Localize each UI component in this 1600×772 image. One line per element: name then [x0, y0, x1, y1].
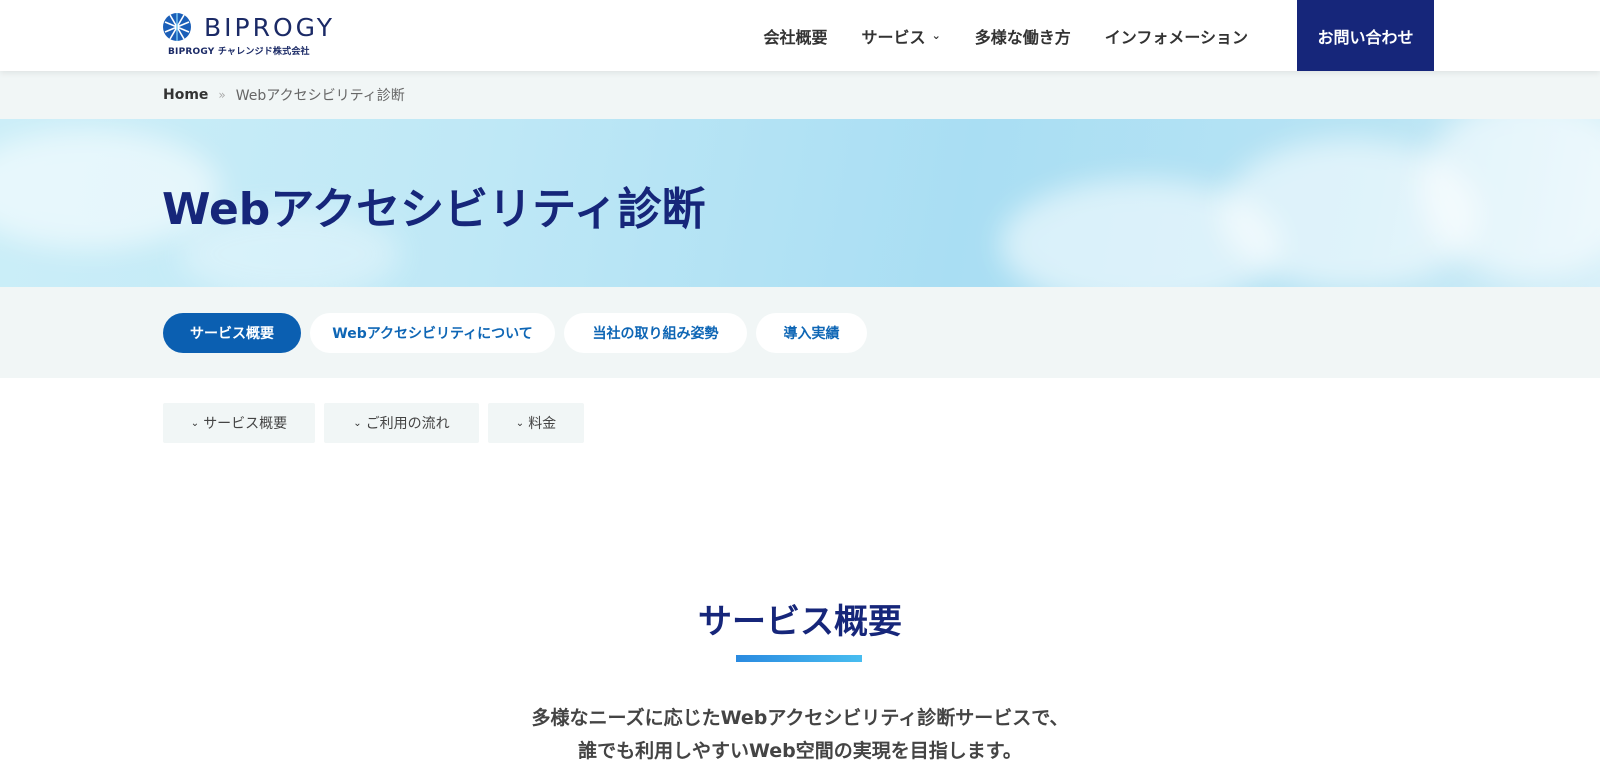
nav-item-workstyles[interactable]: 多様な働き方 — [975, 24, 1071, 48]
tab-about-accessibility[interactable]: Webアクセシビリティについて — [310, 313, 555, 353]
logo-wordmark: BIPROGY — [204, 13, 336, 42]
section-title-underline — [736, 655, 862, 662]
anchor-link-service-overview[interactable]: ⌄ サービス概要 — [163, 403, 315, 443]
nav-item-information[interactable]: インフォメーション — [1105, 24, 1248, 48]
logo-company-name: BIPROGY チャレンジド株式会社 — [168, 47, 310, 57]
page-tabs: サービス概要 Webアクセシビリティについて 当社の取り組み姿勢 導入実績 — [163, 313, 876, 353]
tab-our-approach[interactable]: 当社の取り組み姿勢 — [564, 313, 747, 353]
anchor-link-label: 料金 — [528, 416, 557, 432]
chevron-down-icon: ⌄ — [190, 417, 200, 429]
nav-item-label: 会社概要 — [763, 27, 828, 47]
lead-line: 多様なニーズに応じたWebアクセシビリティ診断サービスで、 — [531, 707, 1069, 729]
anchor-link-usage-flow[interactable]: ⌄ ご利用の流れ — [324, 403, 479, 443]
breadcrumb-home-link[interactable]: Home — [163, 87, 208, 103]
section-title: サービス概要 — [698, 602, 902, 642]
anchor-link-label: ご利用の流れ — [365, 416, 450, 432]
section-lead-text: 多様なニーズに応じたWebアクセシビリティ診断サービスで、 誰でも利用しやすいW… — [0, 702, 1600, 768]
site-header: BIPROGY BIPROGY チャレンジド株式会社 会社概要 サービス ⌄ 多… — [0, 0, 1600, 71]
in-page-anchor-links: ⌄ サービス概要 ⌄ ご利用の流れ ⌄ 料金 — [163, 403, 593, 443]
breadcrumb-current: Webアクセシビリティ診断 — [235, 88, 405, 104]
page-title: Webアクセシビリティ診断 — [162, 184, 706, 235]
nav-item-label: サービス — [861, 27, 926, 47]
page-tabs-strip: サービス概要 Webアクセシビリティについて 当社の取り組み姿勢 導入実績 — [0, 287, 1600, 378]
logo-globe-icon — [163, 13, 191, 41]
lead-line: 誰でも利用しやすいWeb空間の実現を目指します。 — [578, 740, 1022, 762]
nav-item-label: 多様な働き方 — [974, 27, 1071, 47]
nav-item-label: インフォメーション — [1104, 27, 1248, 47]
chevron-down-icon: ⌄ — [353, 417, 362, 429]
site-logo[interactable]: BIPROGY BIPROGY チャレンジド株式会社 — [162, 12, 332, 58]
chevron-down-icon: ⌄ — [931, 29, 941, 42]
anchor-link-label: サービス概要 — [203, 416, 288, 432]
main-nav: 会社概要 サービス ⌄ 多様な働き方 インフォメーション — [730, 0, 1248, 71]
chevron-down-icon: ⌄ — [515, 417, 525, 429]
anchor-link-pricing[interactable]: ⌄ 料金 — [488, 403, 584, 443]
hero-banner: Webアクセシビリティ診断 — [0, 119, 1600, 287]
nav-item-services[interactable]: サービス ⌄ — [862, 24, 941, 48]
tab-case-studies[interactable]: 導入実績 — [756, 313, 867, 353]
breadcrumb: Home » Webアクセシビリティ診断 — [0, 71, 1600, 119]
tab-service-overview[interactable]: サービス概要 — [163, 313, 301, 353]
breadcrumb-separator-icon: » — [218, 88, 226, 102]
nav-item-company[interactable]: 会社概要 — [764, 24, 828, 48]
contact-button[interactable]: お問い合わせ — [1297, 0, 1434, 71]
